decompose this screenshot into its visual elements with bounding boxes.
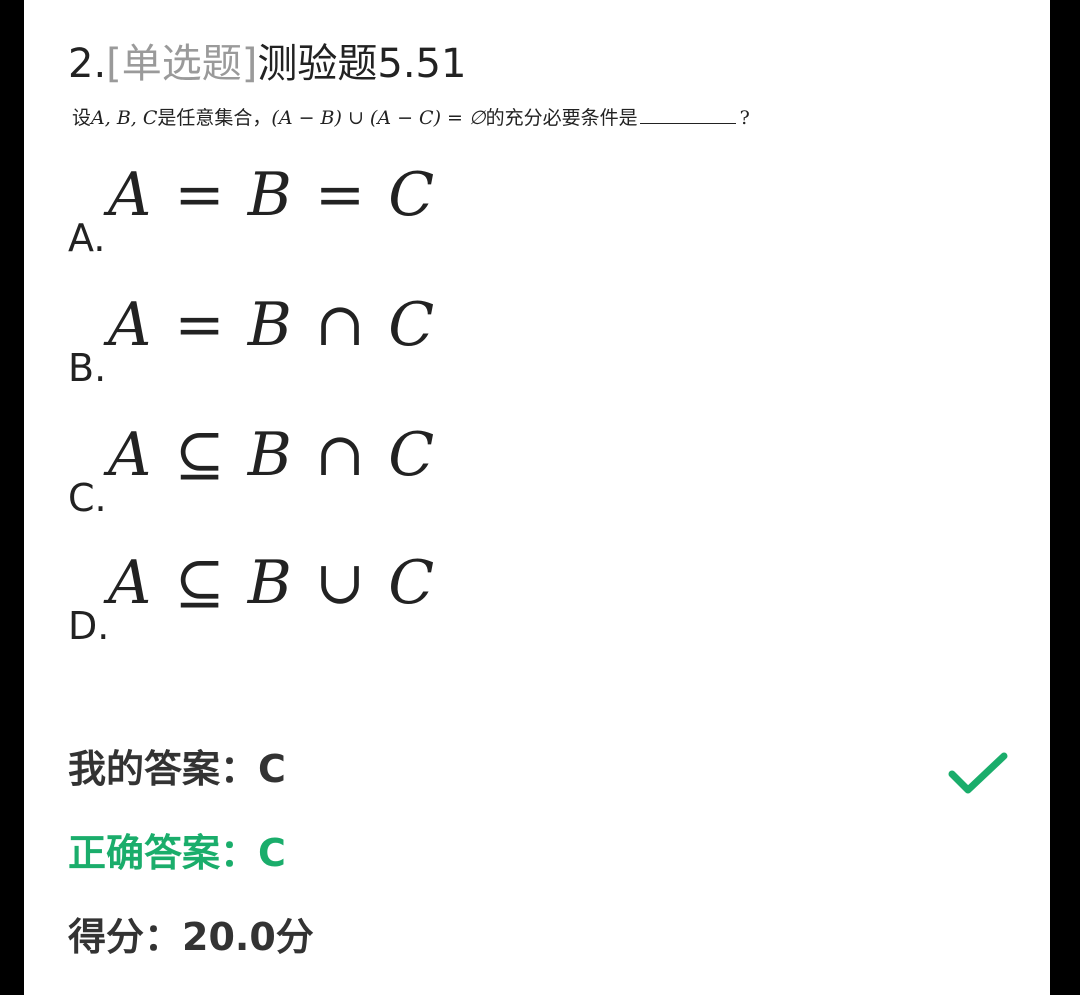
stem-end: ? (739, 107, 750, 129)
score-label: 得分： (68, 915, 183, 959)
option-letter: B. (68, 346, 107, 390)
option-formula: A = B = C (108, 160, 437, 230)
question-title: 2.[单选题]测验题5.51 (68, 38, 466, 90)
question-card: 2.[单选题]测验题5.51 设A, B, C是任意集合，(A − B) ∪ (… (24, 0, 1050, 995)
my-answer: 我的答案：C (68, 745, 286, 793)
option-a[interactable]: A. A = B = C (68, 160, 668, 260)
answer-blank (639, 105, 736, 124)
stem-vars: A, B, C (91, 107, 158, 129)
option-c[interactable]: C. A ⊆ B ∩ C (68, 420, 668, 520)
my-answer-label: 我的答案： (68, 747, 259, 791)
option-formula: A ⊆ B ∪ C (108, 548, 437, 618)
score-value: 20.0分 (182, 915, 314, 959)
question-type-tag: [单选题] (106, 41, 258, 87)
option-letter: A. (68, 216, 106, 260)
question-name: 测验题5.51 (257, 41, 467, 87)
stem-suffix: 的充分必要条件是 (485, 107, 638, 129)
checkmark-icon (948, 752, 1008, 794)
option-formula: A = B ∩ C (108, 290, 437, 360)
correct-answer-value: C (258, 831, 286, 875)
correct-answer: 正确答案：C (68, 829, 286, 877)
option-letter: C. (68, 476, 107, 520)
correct-answer-label: 正确答案： (68, 831, 259, 875)
stem-prefix: 设 (72, 107, 92, 129)
option-d[interactable]: D. A ⊆ B ∪ C (68, 548, 668, 648)
score: 得分：20.0分 (68, 913, 314, 961)
stem-middle: 是任意集合， (157, 107, 272, 129)
option-letter: D. (68, 604, 110, 648)
option-b[interactable]: B. A = B ∩ C (68, 290, 668, 390)
stem-expression: (A − B) ∪ (A − C) = ∅ (271, 107, 486, 129)
my-answer-value: C (258, 747, 286, 791)
question-stem: 设A, B, C是任意集合，(A − B) ∪ (A − C) = ∅的充分必要… (72, 104, 750, 132)
option-formula: A ⊆ B ∩ C (108, 420, 437, 490)
question-number: 2. (68, 41, 107, 87)
